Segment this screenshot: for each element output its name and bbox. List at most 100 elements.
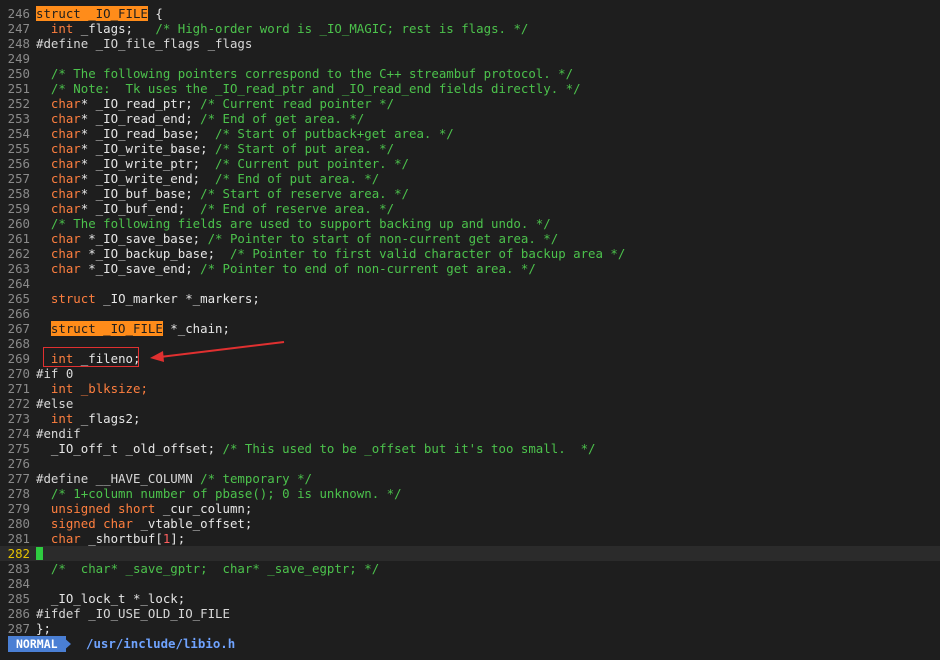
code-token: char <box>36 141 81 156</box>
line-code: struct _IO_FILE *_chain; <box>36 321 230 336</box>
code-line[interactable]: 252 char* _IO_read_ptr; /* Current read … <box>0 96 940 111</box>
code-line[interactable]: 259 char* _IO_buf_end; /* End of reserve… <box>0 201 940 216</box>
code-line[interactable]: 261 char *_IO_save_base; /* Pointer to s… <box>0 231 940 246</box>
code-line[interactable]: 277 #define __HAVE_COLUMN /* temporary */ <box>0 471 940 486</box>
code-line[interactable]: 279 unsigned short _cur_column; <box>0 501 940 516</box>
line-code: /* The following pointers correspond to … <box>36 66 573 81</box>
code-line[interactable]: 286 #ifdef _IO_USE_OLD_IO_FILE <box>0 606 940 621</box>
code-token: char <box>36 531 81 546</box>
code-line[interactable]: 258 char* _IO_buf_base; /* Start of rese… <box>0 186 940 201</box>
code-token: int <box>36 381 74 396</box>
code-token: char <box>36 261 81 276</box>
code-token: /* 1+column number of pbase(); 0 is unkn… <box>36 486 402 501</box>
code-token: _vtable_offset; <box>132 516 253 531</box>
code-token: /* End of reserve area. */ <box>200 201 395 216</box>
line-code: char* _IO_read_ptr; /* Current read poin… <box>36 96 394 111</box>
line-code: char *_IO_backup_base; /* Pointer to fir… <box>36 246 625 261</box>
code-line[interactable]: 280 signed char _vtable_offset; <box>0 516 940 531</box>
line-number: 287 <box>7 621 30 636</box>
code-line[interactable]: 268 <box>0 336 940 351</box>
code-line[interactable]: 264 <box>0 276 940 291</box>
code-token: char <box>36 156 81 171</box>
code-line[interactable]: 271 int _blksize; <box>0 381 940 396</box>
line-code: unsigned short _cur_column; <box>36 501 252 516</box>
code-token: *_IO_save_base; <box>80 231 208 246</box>
code-line[interactable]: 278 /* 1+column number of pbase(); 0 is … <box>0 486 940 501</box>
code-line[interactable]: 256 char* _IO_write_ptr; /* Current put … <box>0 156 940 171</box>
code-line[interactable]: 270 #if 0 <box>0 366 940 381</box>
code-line[interactable]: 267 struct _IO_FILE *_chain; <box>0 321 940 336</box>
code-token: char <box>36 186 81 201</box>
code-line[interactable]: 265 struct _IO_marker *_markers; <box>0 291 940 306</box>
code-token: * _IO_write_ptr; <box>80 156 216 171</box>
code-token: _IO_marker *_markers; <box>95 291 260 306</box>
code-line[interactable]: 269 int _fileno; <box>0 351 940 366</box>
line-code: int _flags2; <box>36 411 141 426</box>
line-number: 274 <box>7 426 30 441</box>
code-line[interactable]: 246 struct _IO_FILE { <box>0 6 940 21</box>
code-line[interactable]: 282 <box>0 546 940 561</box>
code-line[interactable]: 254 char* _IO_read_base; /* Start of put… <box>0 126 940 141</box>
line-code: char* _IO_buf_base; /* Start of reserve … <box>36 186 409 201</box>
line-code: /* char* _save_gptr; char* _save_egptr; … <box>36 561 379 576</box>
line-number: 285 <box>7 591 30 606</box>
code-line[interactable]: 253 char* _IO_read_end; /* End of get ar… <box>0 111 940 126</box>
mode-separator-icon <box>62 636 71 652</box>
code-token: /* The following pointers correspond to … <box>36 66 574 81</box>
line-code: signed char _vtable_offset; <box>36 516 252 531</box>
code-line[interactable]: 260 /* The following fields are used to … <box>0 216 940 231</box>
code-line[interactable]: 275 _IO_off_t _old_offset; /* This used … <box>0 441 940 456</box>
code-token: #else <box>36 396 74 411</box>
code-line[interactable]: 266 <box>0 306 940 321</box>
line-number: 260 <box>7 216 30 231</box>
line-number: 247 <box>7 21 30 36</box>
code-line[interactable]: 262 char *_IO_backup_base; /* Pointer to… <box>0 246 940 261</box>
code-line[interactable]: 284 <box>0 576 940 591</box>
line-number: 262 <box>7 246 30 261</box>
code-token: int <box>36 21 74 36</box>
code-token: #if 0 <box>36 366 74 381</box>
code-token: *_chain; <box>162 321 230 336</box>
code-token: _IO_lock_t *_lock; <box>36 591 186 606</box>
code-line[interactable]: 276 <box>0 456 940 471</box>
code-token: /* High-order word is _IO_MAGIC; rest is… <box>155 21 529 36</box>
code-line[interactable]: 249 <box>0 51 940 66</box>
line-number: 279 <box>7 501 30 516</box>
code-token: char <box>36 231 81 246</box>
code-line[interactable]: 255 char* _IO_write_base; /* Start of pu… <box>0 141 940 156</box>
line-code: #if 0 <box>36 366 73 381</box>
code-token: /* The following fields are used to supp… <box>36 216 551 231</box>
code-line[interactable]: 247 int _flags; /* High-order word is _I… <box>0 21 940 36</box>
code-line[interactable]: 248 #define _IO_file_flags _flags <box>0 36 940 51</box>
code-token: *_IO_save_end; <box>80 261 201 276</box>
code-token: /* Current put pointer. */ <box>215 156 410 171</box>
line-number: 257 <box>7 171 30 186</box>
code-line[interactable]: 250 /* The following pointers correspond… <box>0 66 940 81</box>
code-token: * _IO_write_base; <box>80 141 216 156</box>
code-line[interactable]: 287}; <box>0 621 940 636</box>
code-line[interactable]: 257 char* _IO_write_end; /* End of put a… <box>0 171 940 186</box>
line-number: 268 <box>7 336 30 351</box>
code-line[interactable]: 281 char _shortbuf[1]; <box>0 531 940 546</box>
line-number: 251 <box>7 81 30 96</box>
code-line[interactable]: 272 #else <box>0 396 940 411</box>
code-line[interactable]: 263 char *_IO_save_end; /* Pointer to en… <box>0 261 940 276</box>
code-token: * _IO_write_end; <box>80 171 216 186</box>
code-token: char <box>36 201 81 216</box>
code-line[interactable]: 285 _IO_lock_t *_lock; <box>0 591 940 606</box>
line-number: 276 <box>7 456 30 471</box>
code-line[interactable]: 274 #endif <box>0 426 940 441</box>
code-line[interactable]: 283 /* char* _save_gptr; char* _save_egp… <box>0 561 940 576</box>
line-number: 271 <box>7 381 30 396</box>
line-number: 248 <box>7 36 30 51</box>
code-line[interactable]: 251 /* Note: Tk uses the _IO_read_ptr an… <box>0 81 940 96</box>
code-editor[interactable]: 246 struct _IO_FILE {247 int _flags; /* H… <box>0 6 940 636</box>
line-code: #ifdef _IO_USE_OLD_IO_FILE <box>36 606 230 621</box>
code-token: }; <box>36 621 51 636</box>
line-number: 282 <box>7 546 30 561</box>
line-code: char *_IO_save_end; /* Pointer to end of… <box>36 261 536 276</box>
code-line[interactable]: 273 int _flags2; <box>0 411 940 426</box>
code-token: /* Current read pointer */ <box>200 96 395 111</box>
line-number: 277 <box>7 471 30 486</box>
